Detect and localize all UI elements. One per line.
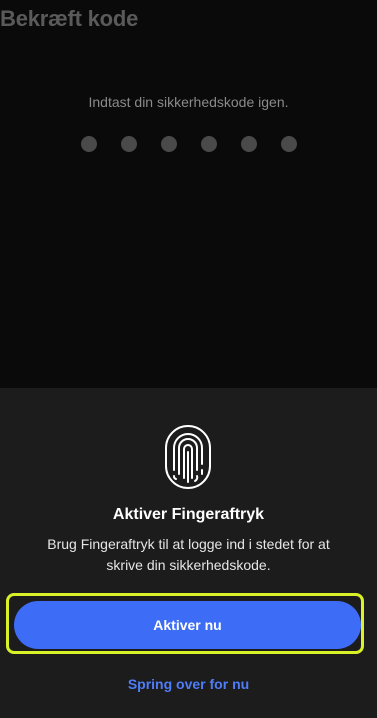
sheet-description: Brug Fingeraftryk til at logge ind i ste… [47, 536, 330, 573]
passcode-dot [280, 136, 297, 152]
page-title: Bekræft kode [0, 6, 139, 31]
passcode-dot [200, 136, 217, 152]
passcode-dot [160, 136, 177, 152]
passcode-dots [0, 136, 377, 152]
confirm-code-screen: Bekræft kode Indtast din sikkerhedskode … [0, 0, 377, 718]
passcode-dot [120, 136, 137, 152]
fingerprint-sheet: Aktiver Fingeraftryk Brug Fingeraftryk t… [0, 388, 377, 718]
fingerprint-icon [165, 425, 211, 489]
passcode-dot [80, 136, 97, 152]
passcode-dot [240, 136, 257, 152]
sheet-title: Aktiver Fingeraftryk [112, 506, 265, 523]
passcode-prompt: Indtast din sikkerhedskode igen. [88, 94, 289, 110]
skip-for-now-link[interactable]: Spring over for nu [0, 676, 377, 692]
activate-now-button[interactable]: Aktiver nu [14, 601, 361, 649]
